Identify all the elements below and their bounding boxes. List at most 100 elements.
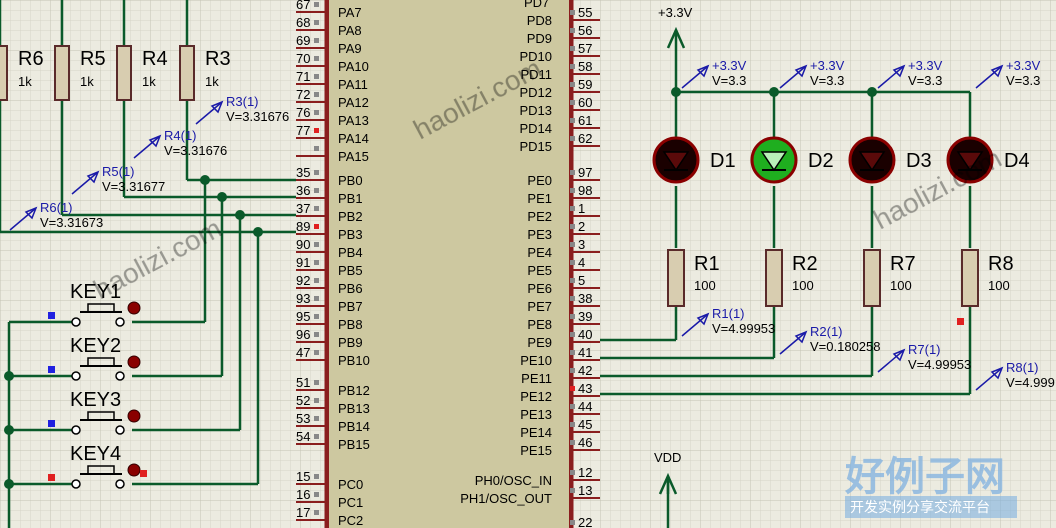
probe-value: V=3.3: [712, 73, 746, 88]
pin-name: PB13: [338, 401, 370, 416]
pin-name: PA8: [338, 23, 362, 38]
resistor-ref: R1: [694, 253, 720, 275]
pin-number: 90: [296, 237, 310, 252]
pin-number: 4: [578, 255, 585, 270]
pin-name: PD8: [527, 13, 552, 28]
pin-number: 60: [578, 95, 592, 110]
pin-number: 37: [296, 201, 310, 216]
pin-number: 42: [578, 363, 592, 378]
probe-value: V=3.3: [810, 73, 844, 88]
pin-name: PB1: [338, 191, 363, 206]
probe-label: R6(1): [40, 200, 73, 215]
pin-name: PE4: [527, 245, 552, 260]
probe-label: +3.3V: [810, 58, 845, 73]
pin-number: 36: [296, 183, 310, 198]
pin-name: PA10: [338, 59, 369, 74]
pin-name: PB9: [338, 335, 363, 350]
key-label: KEY4: [70, 443, 121, 465]
pin-number: 12: [578, 465, 592, 480]
probe-value: V=3.3: [1006, 73, 1040, 88]
pin-name: PA14: [338, 131, 369, 146]
probe-label: +3.3V: [1006, 58, 1041, 73]
pin-number: 51: [296, 375, 310, 390]
probe-value: V=3.31676: [164, 143, 227, 158]
pin-name: PA15: [338, 149, 369, 164]
pin-name: PA11: [338, 77, 368, 92]
pin-name: PB8: [338, 317, 363, 332]
pin-number: 1: [578, 201, 585, 216]
pin-number: 17: [296, 505, 310, 520]
pin-number: 15: [296, 469, 310, 484]
pin-number: 57: [578, 41, 592, 56]
pin-name: PA13: [338, 113, 369, 128]
pin-name: PA7: [338, 5, 362, 20]
schematic-canvas[interactable]: 67 PA7 68 PA8 69 PA9 70 PA10 71 PA11 72 PA12 76 PA13 7…: [0, 0, 1056, 528]
probe-value: V=3.31676: [226, 109, 289, 124]
pin-number: 22: [578, 515, 592, 528]
pin-number: 72: [296, 87, 310, 102]
probe-label: R8(1): [1006, 360, 1039, 375]
pin-number: 61: [578, 113, 592, 128]
pin-name: PB2: [338, 209, 363, 224]
probe-label: +3.3V: [712, 58, 747, 73]
pin-name: PE15: [520, 443, 552, 458]
pin-number: 71: [296, 69, 310, 84]
pin-number: 70: [296, 51, 310, 66]
probe-label: R4(1): [164, 128, 197, 143]
probe-label: R5(1): [102, 164, 135, 179]
pin-number: 5: [578, 273, 585, 288]
pin-number: 35: [296, 165, 310, 180]
pin-name: PB3: [338, 227, 363, 242]
pin-name: PD14: [519, 121, 552, 136]
pin-number: 67: [296, 0, 310, 12]
pin-number: 40: [578, 327, 592, 342]
probe-value: V=3.31677: [102, 179, 165, 194]
probe-label: R1(1): [712, 306, 745, 321]
power-label: +3.3V: [658, 5, 693, 20]
pin-name: PE14: [520, 425, 552, 440]
pin-name: PE2: [527, 209, 552, 224]
pin-number: 69: [296, 33, 310, 48]
pin-number: 91: [296, 255, 310, 270]
pin-name: PA9: [338, 41, 362, 56]
probe-value: V=0.180258: [810, 339, 880, 354]
pin-number: 53: [296, 411, 310, 426]
pin-number: 38: [578, 291, 592, 306]
pin-name: PE9: [527, 335, 552, 350]
pin-number: 89: [296, 219, 310, 234]
probe-value: V=4.99953: [908, 357, 971, 372]
probe-label: R7(1): [908, 342, 941, 357]
pin-number: 77: [296, 123, 310, 138]
pin-number: 46: [578, 435, 592, 450]
led-ref: D4: [1004, 150, 1030, 172]
pin-number: 95: [296, 309, 310, 324]
pin-name: PE6: [527, 281, 552, 296]
pin-name: PE1: [527, 191, 552, 206]
pin-number: 39: [578, 309, 592, 324]
pin-number: 55: [578, 5, 592, 20]
probe-label: R3(1): [226, 94, 259, 109]
pin-name: PA12: [338, 95, 369, 110]
pin-name: PE10: [520, 353, 552, 368]
resistor-ref: R6: [18, 48, 44, 70]
led-ref: D2: [808, 150, 834, 172]
vdd-label: VDD: [654, 450, 681, 465]
pin-number: 59: [578, 77, 592, 92]
pin-name: PB12: [338, 383, 370, 398]
probe-label: R2(1): [810, 324, 843, 339]
svg-text:好例子网: 好例子网: [844, 455, 1005, 499]
probe-value: V=4.99953: [712, 321, 775, 336]
pin-name: PE12: [520, 389, 552, 404]
pin-number: 43: [578, 381, 592, 396]
resistor-value: 1k: [205, 74, 219, 89]
resistor-value: 1k: [18, 74, 32, 89]
pin-number: 98: [578, 183, 592, 198]
pin-name: PB10: [338, 353, 370, 368]
pin-number: 3: [578, 237, 585, 252]
resistor-ref: R2: [792, 253, 818, 275]
probe-value: V=4.999: [1006, 375, 1055, 390]
pin-name: PD9: [527, 31, 552, 46]
pin-name: PE5: [527, 263, 552, 278]
pin-number: 92: [296, 273, 310, 288]
pin-number: 68: [296, 15, 310, 30]
